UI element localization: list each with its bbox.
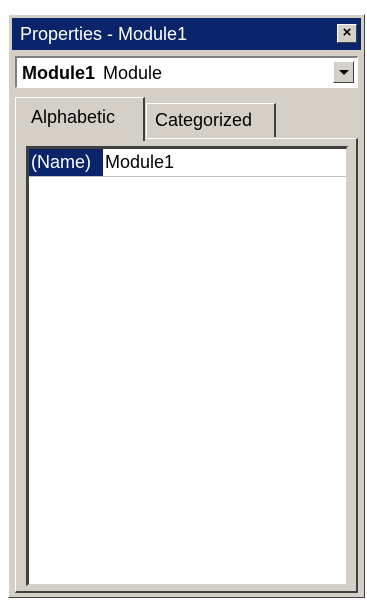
close-button[interactable]: × xyxy=(337,24,357,43)
property-row-name[interactable]: (Name) Module1 xyxy=(29,149,346,177)
object-selector-value: Module1 Module xyxy=(22,62,162,84)
tab-panel: (Name) Module1 xyxy=(15,138,358,593)
chevron-down-icon[interactable] xyxy=(333,61,354,83)
window-title: Properties - Module1 xyxy=(20,24,188,44)
object-selector-dropdown[interactable]: Module1 Module xyxy=(15,56,358,88)
property-name-cell[interactable]: (Name) xyxy=(29,149,103,176)
object-name: Module1 xyxy=(22,63,96,83)
tab-categorized[interactable]: Categorized xyxy=(146,103,276,137)
close-icon: × xyxy=(342,24,352,41)
tab-alphabetic[interactable]: Alphabetic xyxy=(15,97,145,141)
title-bar[interactable]: Properties - Module1 × xyxy=(12,18,361,50)
property-value-cell[interactable]: Module1 xyxy=(105,149,174,176)
object-type: Module xyxy=(103,63,163,83)
properties-window: Properties - Module1 × Module1 Module Alp… xyxy=(8,14,365,598)
property-grid: (Name) Module1 xyxy=(26,146,348,586)
